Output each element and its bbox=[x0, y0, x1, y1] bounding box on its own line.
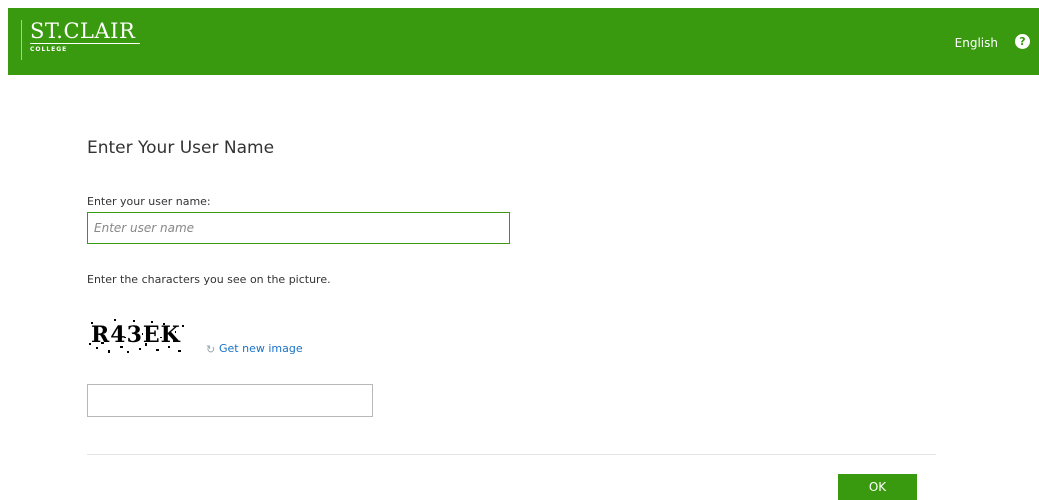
captcha-image: R43EK bbox=[89, 319, 184, 353]
ok-button[interactable]: OK bbox=[838, 474, 917, 500]
divider bbox=[87, 454, 936, 455]
captcha-characters: R43EK bbox=[91, 322, 181, 348]
page-title: Enter Your User Name bbox=[87, 138, 275, 158]
language-selector[interactable]: English bbox=[955, 36, 998, 50]
header-bar: ST.CLAIR COLLEGE English ? bbox=[8, 8, 1039, 75]
username-label: Enter your user name: bbox=[87, 195, 211, 208]
logo-subtitle: COLLEGE bbox=[30, 46, 68, 53]
college-logo: ST.CLAIR COLLEGE bbox=[21, 20, 140, 60]
captcha-input[interactable] bbox=[87, 384, 373, 417]
get-new-image-link[interactable]: ↻ Get new image bbox=[206, 342, 303, 356]
logo-wordmark: ST.CLAIR bbox=[30, 20, 140, 44]
page: ST.CLAIR COLLEGE English ? Enter Your Us… bbox=[0, 0, 1039, 500]
username-input[interactable] bbox=[87, 212, 510, 244]
captcha-instruction: Enter the characters you see on the pict… bbox=[87, 273, 331, 286]
question-circle-icon[interactable]: ? bbox=[1015, 34, 1030, 49]
refresh-icon: ↻ bbox=[206, 343, 216, 356]
get-new-image-label: Get new image bbox=[219, 342, 303, 355]
